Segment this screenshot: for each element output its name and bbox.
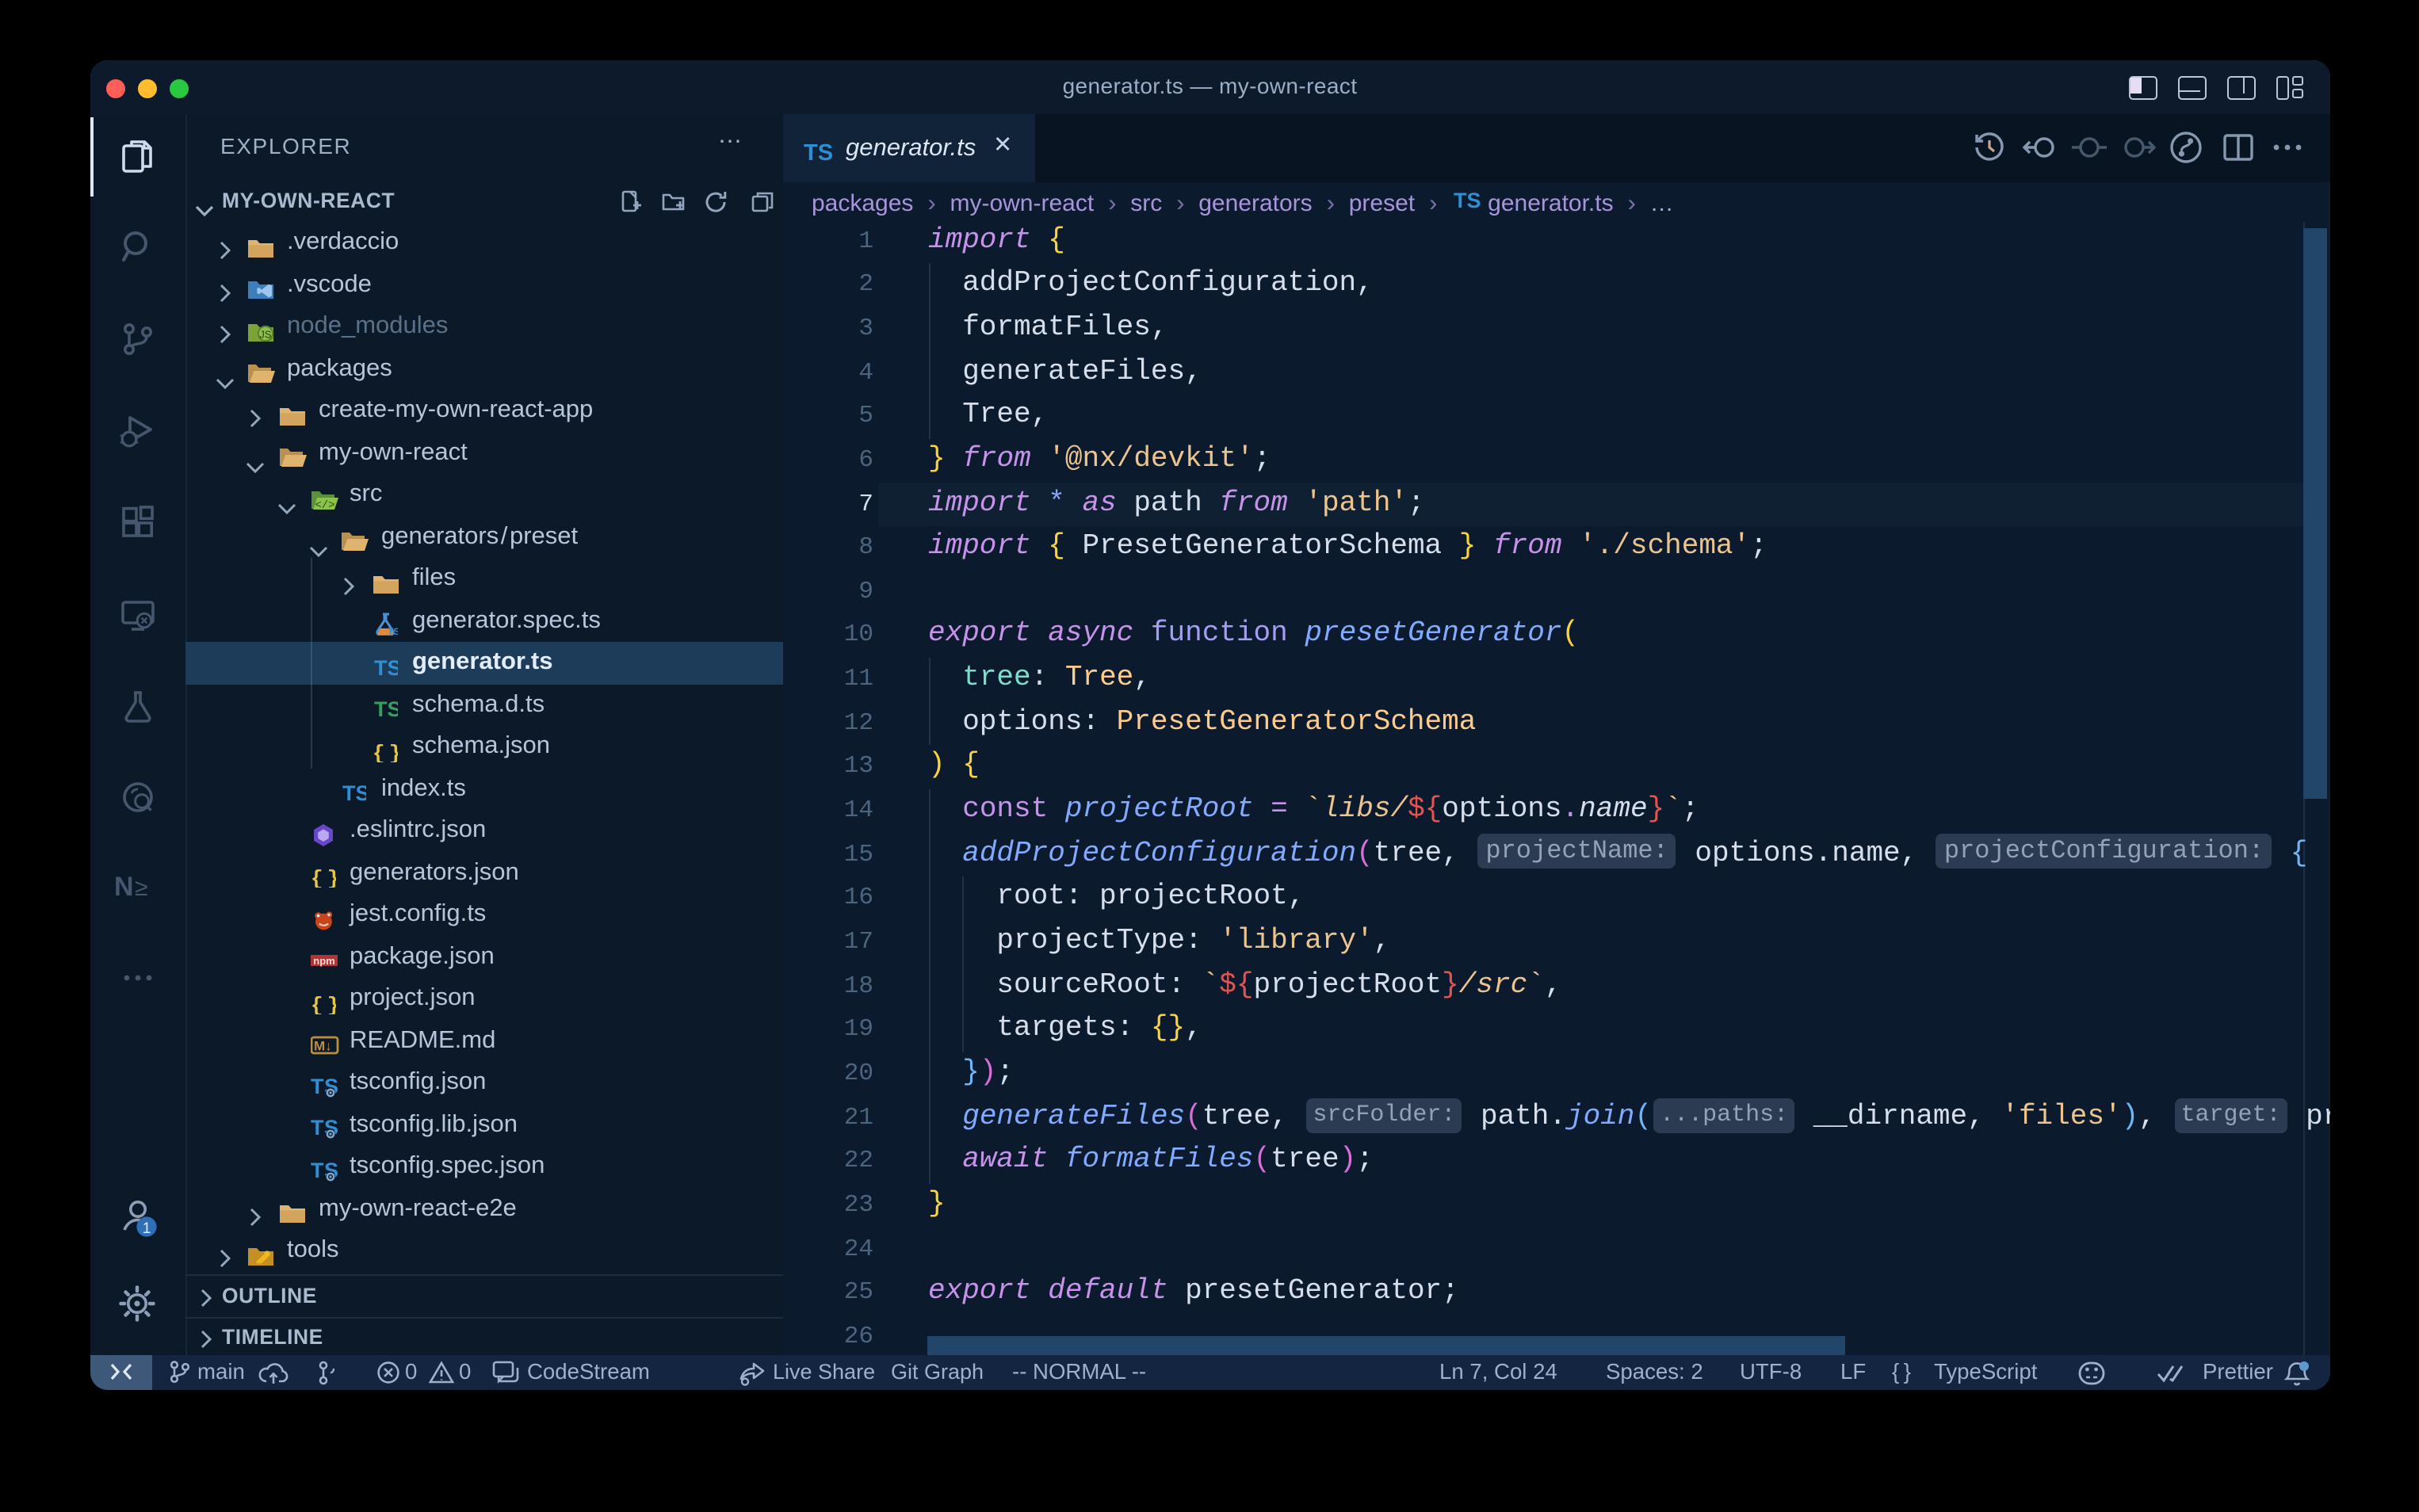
svg-text:T: T <box>310 1075 323 1098</box>
svg-text:TS: TS <box>1453 189 1481 211</box>
svg-text:{ }: { } <box>310 868 335 888</box>
svg-text:T: T <box>310 1159 323 1182</box>
svg-text:≥: ≥ <box>135 875 147 901</box>
svg-text:</>: </> <box>314 499 334 510</box>
svg-text:npm: npm <box>312 956 334 968</box>
svg-text:{ }: { } <box>310 994 335 1014</box>
svg-text:TS: TS <box>373 698 397 720</box>
svg-text:JS: JS <box>259 328 272 340</box>
svg-text:T: T <box>310 1117 323 1140</box>
svg-text:TS: TS <box>342 782 366 804</box>
svg-text:N: N <box>114 872 134 902</box>
svg-text:M↓: M↓ <box>313 1039 331 1054</box>
svg-text:1: 1 <box>142 1220 151 1237</box>
svg-text:TS: TS <box>387 627 397 636</box>
svg-text:TS: TS <box>373 656 397 678</box>
svg-text:{ }: { } <box>372 742 397 762</box>
svg-text:TS: TS <box>803 139 832 164</box>
